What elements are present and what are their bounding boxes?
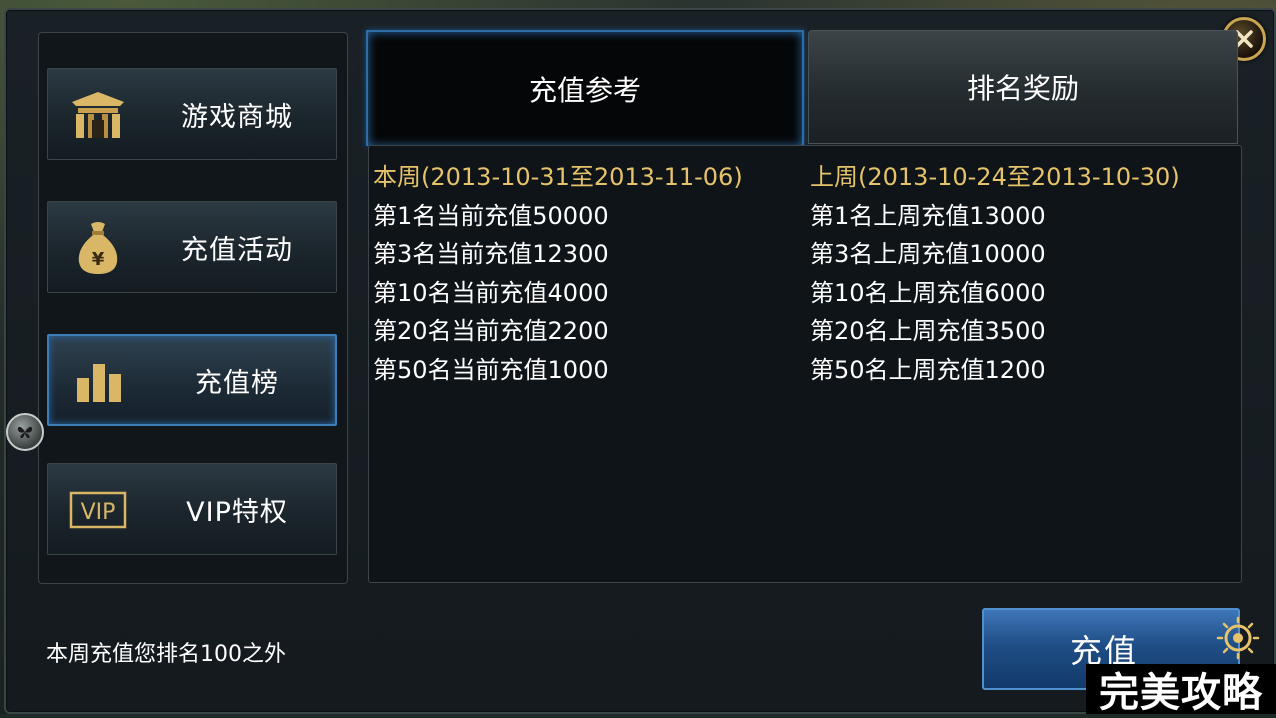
tab-ranking-rewards[interactable]: 排名奖励 — [808, 30, 1238, 144]
list-item: 第20名当前充值2200 — [373, 317, 609, 346]
list-item: 第1名上周充值13000 — [810, 201, 1046, 230]
list-item: 第50名上周充值1200 — [810, 355, 1046, 384]
side-toggle-button[interactable] — [6, 413, 44, 451]
nav-item-recharge-activity[interactable]: ¥ 充值活动 — [47, 201, 337, 293]
bar-chart-icon — [69, 354, 129, 410]
list-item: 第10名上周充值6000 — [810, 278, 1046, 307]
butterfly-icon — [17, 426, 33, 439]
vip-badge-icon: VIP — [68, 482, 128, 538]
sun-decoration-icon — [1216, 616, 1260, 660]
tab-label: 排名奖励 — [966, 72, 1079, 105]
side-nav: 游戏商城 ¥ 充值活动 充值榜 VIP VIP特权 — [38, 32, 348, 584]
list-item: 第1名当前充值50000 — [373, 201, 609, 230]
last-week-column: 上周(2013-10-24至2013-10-30) 第1名上周充值13000 第… — [810, 158, 1180, 390]
svg-text:¥: ¥ — [92, 249, 105, 270]
nav-item-vip-privilege[interactable]: VIP VIP特权 — [47, 463, 337, 555]
vip-badge-text: VIP — [81, 500, 116, 525]
nav-item-label: 游戏商城 — [181, 101, 293, 133]
list-item: 第20名上周充值3500 — [810, 317, 1046, 346]
rank-status-text: 本周充值您排名100之外 — [46, 642, 286, 667]
watermark-logo: 完美攻略 — [1086, 664, 1276, 716]
nav-item-recharge-ranking[interactable]: 充值榜 — [47, 334, 337, 426]
nav-item-label: VIP特权 — [186, 496, 288, 528]
nav-item-label: 充值榜 — [195, 367, 279, 399]
list-item: 第3名当前充值12300 — [373, 240, 609, 269]
money-bag-icon: ¥ — [68, 220, 128, 276]
nav-item-game-shop[interactable]: 游戏商城 — [47, 68, 337, 160]
this-week-column: 本周(2013-10-31至2013-11-06) 第1名当前充值50000 第… — [373, 158, 743, 390]
tab-recharge-reference[interactable]: 充值参考 — [366, 30, 804, 146]
list-item: 第50名当前充值1000 — [373, 355, 609, 384]
tab-label: 充值参考 — [528, 74, 641, 107]
list-item: 第3名上周充值10000 — [810, 240, 1046, 269]
last-week-heading: 上周(2013-10-24至2013-10-30) — [810, 163, 1180, 191]
nav-item-label: 充值活动 — [181, 234, 293, 266]
this-week-heading: 本周(2013-10-31至2013-11-06) — [373, 163, 743, 191]
shop-gate-icon — [68, 87, 128, 143]
list-item: 第10名当前充值4000 — [373, 278, 609, 307]
